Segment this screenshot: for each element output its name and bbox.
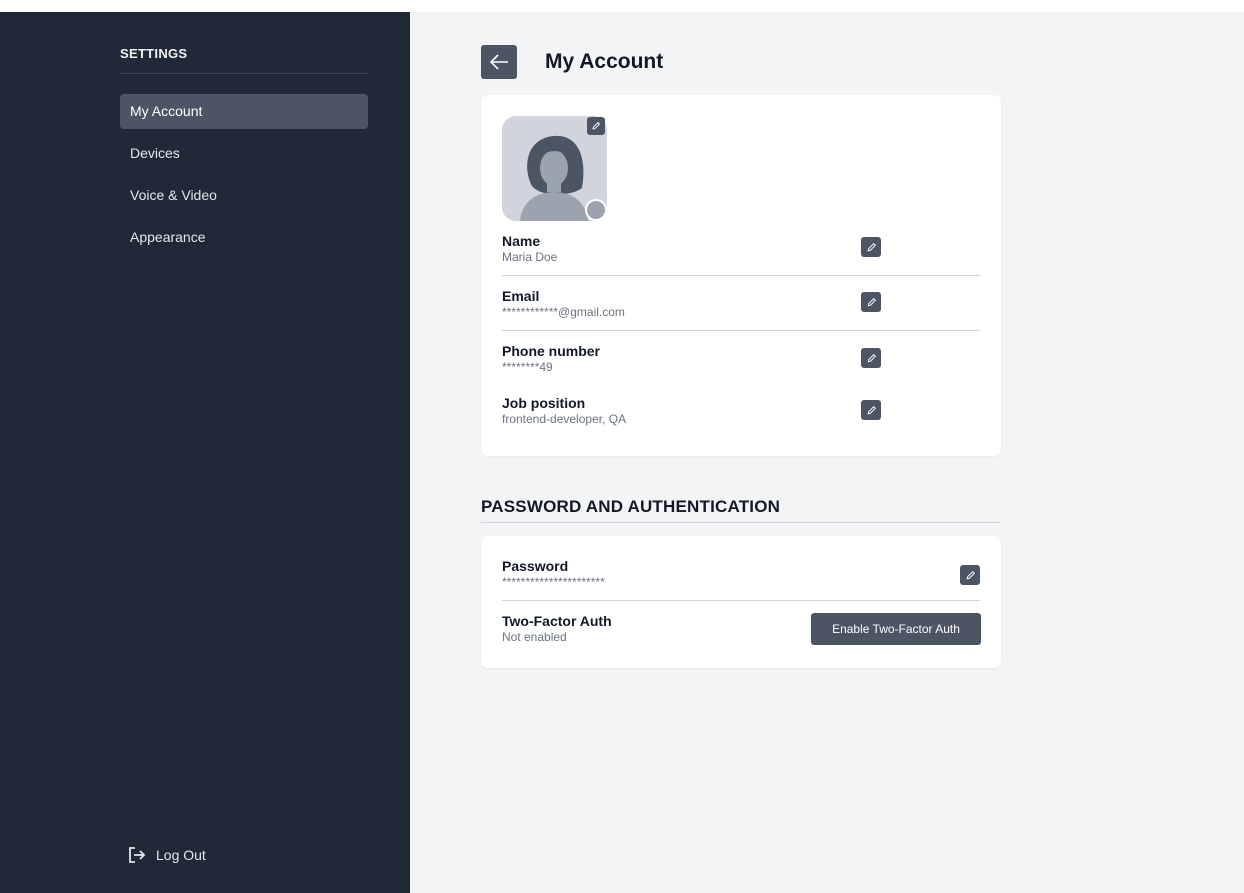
pencil-icon — [867, 242, 876, 251]
email-value: ************@gmail.com — [502, 305, 625, 319]
pencil-icon — [867, 297, 876, 306]
page-title: My Account — [545, 50, 664, 73]
enable-two-factor-button[interactable]: Enable Two-Factor Auth — [811, 613, 981, 645]
logout-icon — [129, 847, 146, 863]
pencil-icon — [867, 353, 876, 362]
pencil-icon — [966, 570, 975, 579]
settings-sidebar: SETTINGS My Account Devices Voice & Vide… — [0, 12, 410, 893]
password-field: Password ********************** — [502, 558, 980, 601]
edit-name-button[interactable] — [861, 237, 881, 257]
edit-job-position-button[interactable] — [861, 400, 881, 420]
password-value: ********************** — [502, 575, 605, 589]
password-label: Password — [502, 558, 569, 574]
sidebar-item-my-account[interactable]: My Account — [120, 94, 368, 129]
avatar-edit-button[interactable] — [587, 117, 605, 135]
arrow-left-icon — [489, 54, 508, 70]
phone-label: Phone number — [502, 343, 601, 359]
pencil-icon — [867, 405, 876, 414]
two-factor-status: Not enabled — [502, 630, 567, 644]
two-factor-label: Two-Factor Auth — [502, 613, 612, 629]
main-content: My Account Name Maria Doe Email ********… — [410, 12, 1244, 893]
sidebar-item-voice-video[interactable]: Voice & Video — [120, 178, 368, 213]
sidebar-item-appearance[interactable]: Appearance — [120, 220, 368, 255]
edit-email-button[interactable] — [861, 292, 881, 312]
pencil-icon — [592, 121, 601, 130]
password-auth-section-title: PASSWORD AND AUTHENTICATION — [481, 497, 1001, 523]
account-card: Name Maria Doe Email ************@gmail.… — [481, 95, 1001, 456]
edit-password-button[interactable] — [960, 565, 980, 585]
auth-card: Password ********************** Two-Fact… — [481, 536, 1001, 668]
settings-nav: My Account Devices Voice & Video Appeara… — [120, 94, 368, 262]
logout-button[interactable]: Log Out — [128, 846, 206, 864]
name-label: Name — [502, 233, 541, 249]
job-position-label: Job position — [502, 395, 586, 411]
logout-label: Log Out — [156, 847, 206, 863]
name-field: Name Maria Doe — [502, 233, 980, 276]
email-field: Email ************@gmail.com — [502, 288, 980, 331]
sidebar-header: SETTINGS — [120, 46, 368, 74]
email-label: Email — [502, 288, 540, 304]
status-indicator — [585, 199, 607, 221]
job-position-value: frontend-developer, QA — [502, 412, 627, 426]
edit-phone-button[interactable] — [861, 348, 881, 368]
sidebar-item-devices[interactable]: Devices — [120, 136, 368, 171]
name-value: Maria Doe — [502, 250, 558, 264]
job-position-field: Job position frontend-developer, QA — [502, 395, 980, 435]
back-button[interactable] — [481, 45, 517, 79]
two-factor-field: Two-Factor Auth Not enabled — [502, 613, 802, 647]
phone-field: Phone number ********49 — [502, 343, 980, 383]
phone-value: ********49 — [502, 360, 553, 374]
